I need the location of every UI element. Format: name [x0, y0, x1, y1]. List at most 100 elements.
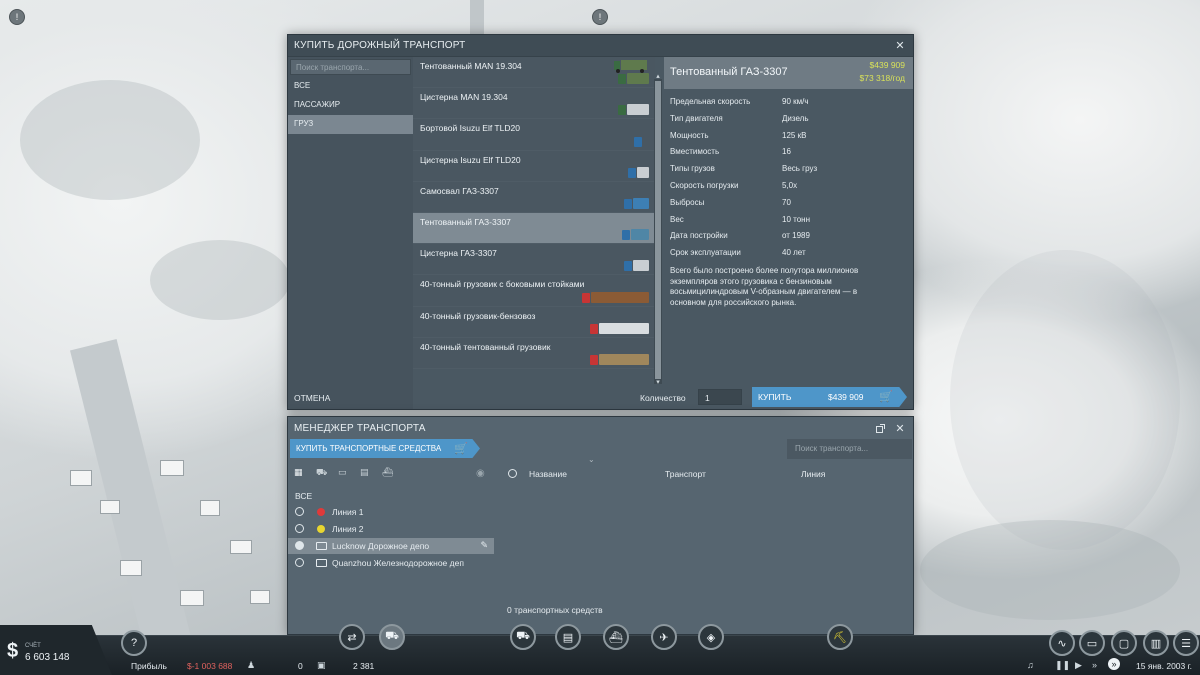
vehicles-button[interactable]: ⛟ — [379, 624, 405, 650]
vehicle-list-icon: ▭ — [1086, 637, 1098, 650]
passenger-count: 0 — [298, 661, 303, 671]
column-line[interactable]: Линия — [801, 469, 825, 479]
select-radio[interactable] — [295, 507, 304, 516]
rail-filter-icon[interactable]: ▤ — [360, 467, 372, 477]
vehicle-row[interactable]: Цистерна Isuzu Elf TLD20 — [413, 150, 655, 182]
ship-filter-icon[interactable]: ⛴ — [382, 467, 394, 477]
scroll-down-icon[interactable]: ▾ — [654, 379, 662, 387]
popout-icon[interactable] — [873, 421, 887, 435]
vehicle-row[interactable]: Тентованный ГАЗ-3307 — [413, 212, 655, 245]
city-button[interactable]: ▥ — [1143, 630, 1169, 656]
select-radio[interactable] — [295, 541, 304, 550]
line-row[interactable]: Линия 1 — [288, 504, 494, 520]
quantity-input[interactable]: 1 — [698, 389, 742, 405]
fast-forward-icon[interactable]: » — [1092, 660, 1097, 670]
buy-vehicles-button[interactable]: КУПИТЬ ТРАНСПОРТНЫЕ СРЕДСТВА 🛒 — [290, 439, 480, 458]
spec-value: 70 — [782, 197, 791, 207]
terrain-button[interactable]: ◈ — [698, 624, 724, 650]
vehicle-row-name: Цистерна ГАЗ-3307 — [420, 248, 497, 259]
cancel-button[interactable]: ОТМЕНА — [294, 393, 330, 403]
buy-button[interactable]: КУПИТЬ $439 909 🛒 — [752, 387, 907, 407]
close-icon[interactable]: ✕ — [893, 421, 907, 435]
spec-key: Вес — [670, 214, 684, 224]
messages-button[interactable]: ▢ — [1111, 630, 1137, 656]
manager-search-input[interactable]: Поиск транспорта... — [787, 439, 912, 459]
spec-row: Выбросы 70 — [670, 198, 906, 210]
music-icon[interactable]: ♫ — [1027, 660, 1034, 670]
vehicle-row[interactable]: Самосвал ГАЗ-3307 — [413, 181, 655, 213]
select-all-radio[interactable] — [508, 469, 517, 478]
line-color-icon — [317, 525, 325, 533]
bulldoze-button[interactable]: ⛏ — [827, 624, 853, 650]
spec-value: 90 км/ч — [782, 97, 809, 106]
window-header[interactable]: КУПИТЬ ДОРОЖНЫЙ ТРАНСПОРТ ✕ — [288, 35, 913, 57]
vehicle-table-header: Название Транспорт Линия — [500, 467, 912, 481]
vehicle-row[interactable]: 40-тонный тентованный грузовик — [413, 337, 655, 369]
all-lines-label[interactable]: ВСЕ — [295, 491, 312, 501]
map-alert-icon-center[interactable]: ! — [592, 9, 608, 25]
column-vehicle[interactable]: Транспорт — [665, 469, 706, 479]
spec-value: 5,0x — [782, 181, 798, 190]
line-row[interactable]: Линия 2 — [288, 521, 494, 537]
window-header[interactable]: МЕНЕДЖЕР ТРАНСПОРТА ✕ — [288, 417, 913, 439]
edit-icon[interactable]: ✎ — [480, 540, 488, 551]
vehicle-list-button[interactable]: ▭ — [1079, 630, 1105, 656]
category-item[interactable]: ГРУЗ — [288, 115, 413, 134]
select-radio[interactable] — [295, 524, 304, 533]
lines-button[interactable]: ⇄ — [339, 624, 365, 650]
vehicle-row[interactable]: 40-тонный грузовик-бензовоз — [413, 306, 655, 338]
terrain-icon: ◈ — [706, 631, 716, 644]
spec-row: Предельная скорость 90 км/ч — [670, 97, 906, 109]
profit-value: $-1 003 688 — [187, 661, 233, 671]
truck-thumbnail-icon — [590, 321, 649, 334]
buy-button-price: $439 909 — [828, 392, 864, 402]
vehicle-details-panel: Тентованный ГАЗ-3307 $439 909 $73 318/го… — [664, 57, 913, 389]
column-name[interactable]: Название — [529, 469, 567, 479]
play-icon[interactable]: ▶ — [1075, 660, 1082, 671]
vehicle-row-name: 40-тонный грузовик с боковыми стойками — [420, 279, 585, 290]
vehicle-row-name: Бортовой Isuzu Elf TLD20 — [420, 123, 520, 134]
spec-row: Типы грузов Весь груз — [670, 164, 906, 176]
window-title: МЕНЕДЖЕР ТРАНСПОРТА — [294, 422, 426, 434]
spec-key: Вместимость — [670, 147, 720, 157]
category-item[interactable]: ПАССАЖИР — [288, 96, 413, 115]
spec-value: Весь груз — [782, 164, 818, 174]
vehicle-row[interactable]: 40-тонный грузовик с боковыми стойками — [413, 275, 655, 307]
close-icon[interactable]: ✕ — [893, 39, 907, 53]
truck-thumbnail-icon — [634, 134, 649, 147]
chevron-down-icon[interactable]: ⌄ — [588, 455, 595, 464]
select-radio[interactable] — [295, 558, 304, 567]
depot-icon — [316, 559, 327, 567]
category-item[interactable]: ВСЕ — [288, 77, 413, 96]
fastest-speed-icon[interactable]: » — [1108, 658, 1120, 670]
vehicle-count: 0 транспортных средств — [507, 605, 603, 615]
depot-row[interactable]: Lucknow Дорожное депо ✎ — [288, 538, 494, 554]
cargo-icon: ▣ — [317, 660, 326, 670]
vehicle-search-input[interactable]: Поиск транспорта... — [290, 59, 411, 75]
map-alert-icon-left[interactable]: ! — [9, 9, 25, 25]
menu-button[interactable]: ☰ — [1173, 630, 1199, 656]
spec-key: Срок эксплуатации — [670, 248, 741, 258]
harbor-button[interactable]: ⛴ — [603, 624, 629, 650]
airport-button[interactable]: ✈ — [651, 624, 677, 650]
vehicle-description: Всего было построено более полутора милл… — [670, 266, 859, 307]
pause-icon[interactable]: ❚❚ — [1055, 660, 1070, 671]
plane-icon: ✈ — [659, 631, 669, 644]
bus-filter-icon[interactable]: ▭ — [338, 467, 350, 477]
help-button[interactable]: ? — [121, 630, 147, 656]
road-depot-button[interactable]: ⛟ — [510, 624, 536, 650]
depot-row[interactable]: Quanzhou Железнодорожное деп — [288, 555, 494, 571]
all-filter-icon[interactable]: ▦ — [294, 467, 306, 477]
vehicle-row[interactable]: Цистерна ГАЗ-3307 — [413, 244, 655, 276]
road-filter-icon[interactable]: ⛟ — [316, 467, 328, 477]
vehicle-row[interactable]: Цистерна MAN 19.304 — [413, 88, 655, 120]
vehicle-list-scrollbar[interactable] — [654, 79, 662, 384]
spec-value: 10 тонн — [782, 214, 810, 224]
cart-icon: 🛒 — [879, 391, 893, 403]
eye-icon[interactable]: ◉ — [476, 468, 485, 479]
vehicle-row[interactable]: Бортовой Isuzu Elf TLD20 — [413, 119, 655, 151]
passenger-icon: ♟ — [247, 660, 256, 670]
scroll-thumb[interactable] — [655, 81, 661, 379]
rail-button[interactable]: ▤ — [555, 624, 581, 650]
graph-button[interactable]: ∿ — [1049, 630, 1075, 656]
